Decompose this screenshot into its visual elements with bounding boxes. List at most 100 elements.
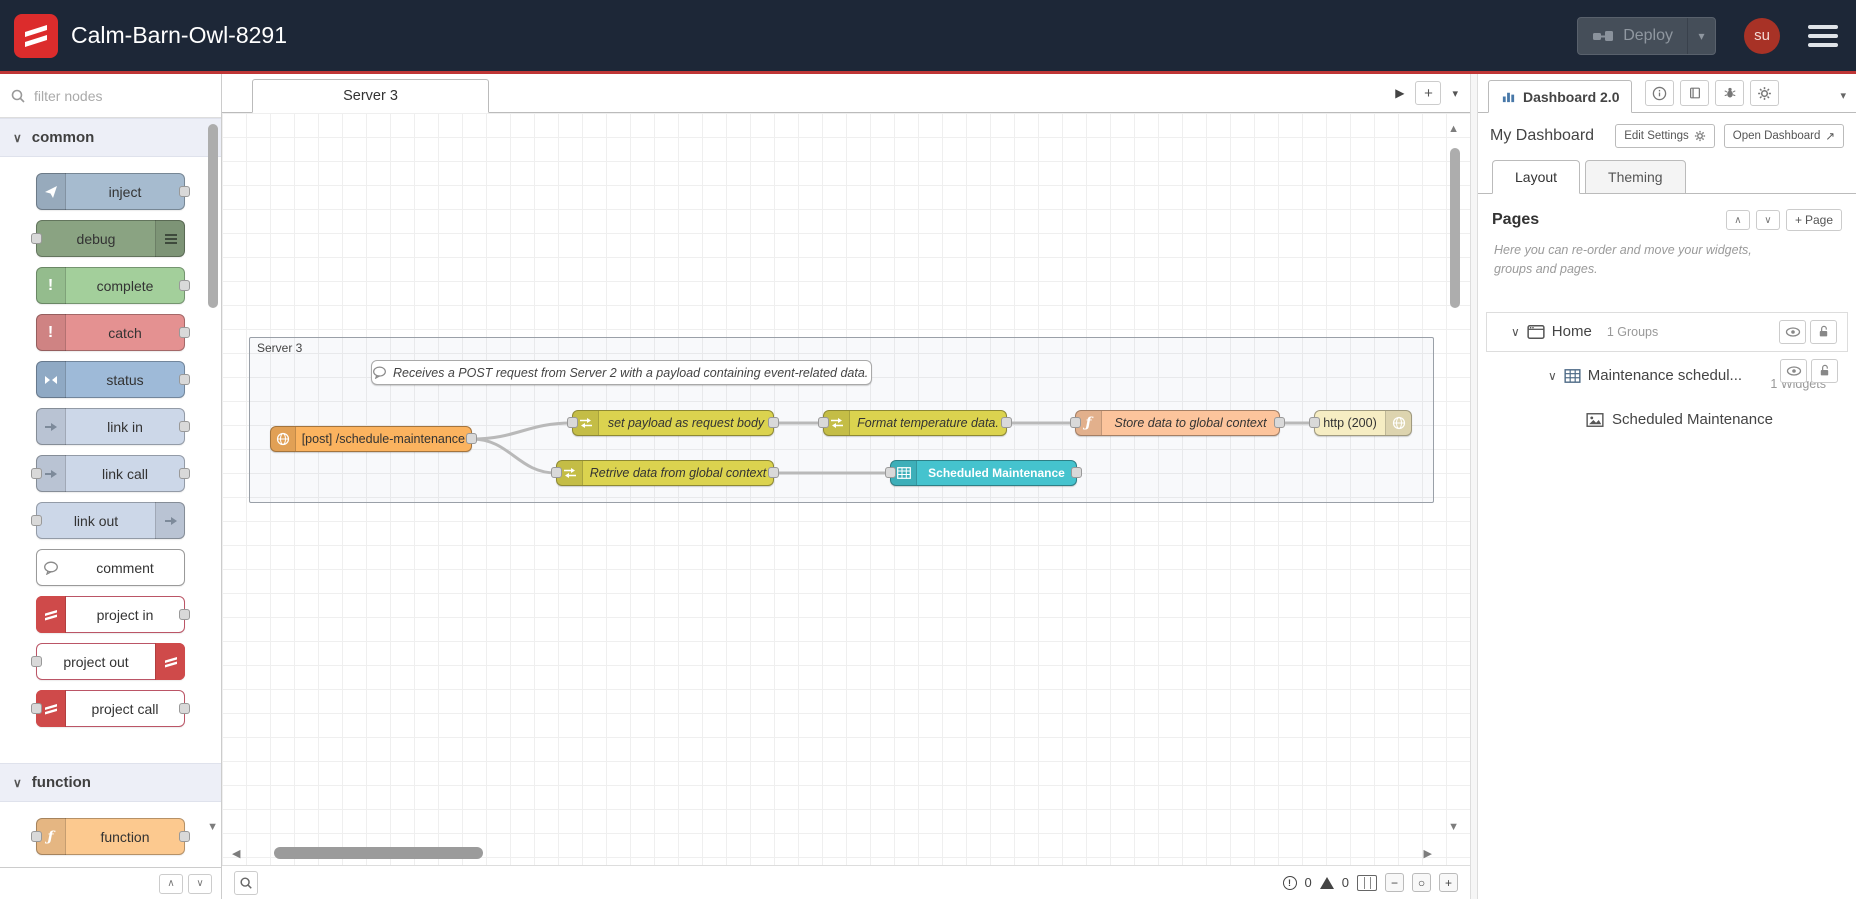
tree-row-maintenance-group[interactable]: ∨ Maintenance schedul... 1 Widgets [1486,352,1848,400]
tab-theming[interactable]: Theming [1585,160,1686,194]
change-node-format-temperature[interactable]: Format temperature data. [818,410,1012,436]
chevron-down-icon[interactable]: ∨ [1548,369,1557,383]
tree-row-scheduled-maintenance-widget[interactable]: Scheduled Maintenance [1486,400,1848,440]
palette-node-project-out[interactable]: project out [31,643,185,680]
http-in-node[interactable]: [post] /schedule-maintenance [270,426,477,452]
wire[interactable] [471,421,573,441]
input-port[interactable] [31,702,42,714]
output-port[interactable] [768,417,779,428]
chevron-down-icon[interactable]: ∨ [1511,325,1520,339]
output-port[interactable] [1071,467,1082,478]
canvas-scroll-down-icon[interactable]: ▼ [1448,821,1459,833]
palette-node-debug[interactable]: debug [31,220,185,257]
tree-row-home[interactable]: ∨ Home 1 Groups [1486,311,1848,352]
zoom-in-button[interactable]: + [1439,873,1458,892]
output-port[interactable] [1001,417,1012,428]
output-port[interactable] [179,702,190,714]
palette-category-function[interactable]: ∨ function [0,763,221,802]
move-page-up-button[interactable]: ∧ [1725,210,1750,230]
canvas-vertical-scrollbar[interactable] [1450,148,1460,308]
palette-node-link-in[interactable]: link in [36,408,190,445]
canvas-scroll-left-icon[interactable]: ◀ [232,847,240,860]
canvas-horizontal-scrollbar[interactable] [274,847,483,859]
palette-scroll-down-icon[interactable]: ▼ [207,821,218,833]
palette-node-comment[interactable]: comment [36,549,185,586]
sidebar-splitter[interactable] [1470,74,1478,899]
output-port[interactable] [1274,417,1285,428]
flow-canvas[interactable]: Server 3 Receives a POST request from Se… [222,113,1470,865]
navigator-toggle-button[interactable] [1357,874,1377,891]
input-port[interactable] [31,232,42,244]
input-port[interactable] [1070,417,1081,428]
input-port[interactable] [551,467,562,478]
change-node-set-payload[interactable]: set payload as request body [567,410,779,436]
main-menu-button[interactable] [1808,24,1838,47]
input-port[interactable] [885,467,896,478]
canvas-scroll-up-icon[interactable]: ▲ [1448,123,1459,135]
run-flow-icon[interactable]: ▶ [1395,86,1404,100]
input-port[interactable] [567,417,578,428]
palette-node-link-call[interactable]: link call [31,455,190,492]
sidebar-tabs-caret[interactable]: ▾ [1840,89,1846,102]
output-port[interactable] [179,326,190,338]
visibility-toggle-button[interactable] [1779,319,1806,344]
input-port[interactable] [31,514,42,526]
output-port[interactable] [768,467,779,478]
http-response-node[interactable]: http (200) [1309,410,1412,436]
lock-toggle-button[interactable] [1810,319,1837,344]
info-tab-button[interactable] [1645,80,1675,106]
palette-node-catch[interactable]: ! catch [36,314,190,351]
input-port[interactable] [818,417,829,428]
canvas-search-button[interactable] [234,870,258,895]
function-node-store-global[interactable]: ƒ Store data to global context [1070,410,1285,436]
flow-tab-server-3[interactable]: Server 3 [252,79,489,113]
deploy-button[interactable]: Deploy ▾ [1577,16,1716,55]
canvas-scroll-right-icon[interactable]: ▶ [1424,847,1432,860]
palette-node-function[interactable]: ƒ function [31,818,190,855]
palette-category-common[interactable]: ∨ common [0,118,221,157]
output-port[interactable] [179,279,190,291]
edit-settings-button[interactable]: Edit Settings [1615,124,1715,148]
input-port[interactable] [31,467,42,479]
change-node-retrieve-global[interactable]: Retrive data from global context [551,460,779,486]
add-page-button[interactable]: + Page [1785,209,1842,231]
deploy-options-caret[interactable]: ▾ [1687,17,1715,54]
move-page-down-button[interactable]: ∨ [1755,210,1780,230]
zoom-reset-button[interactable]: ○ [1412,873,1431,892]
input-port[interactable] [1309,417,1320,428]
output-port[interactable] [179,420,190,432]
input-port[interactable] [31,830,42,842]
ui-table-node[interactable]: Scheduled Maintenance [885,460,1082,486]
flow-list-caret[interactable]: ▾ [1452,87,1458,100]
palette-node-status[interactable]: status [36,361,190,398]
visibility-toggle-button[interactable] [1780,358,1807,383]
palette-node-complete[interactable]: ! complete [36,267,190,304]
palette-node-project-in[interactable]: project in [36,596,190,633]
palette-node-inject[interactable]: inject [36,173,190,210]
output-port[interactable] [179,373,190,385]
output-port[interactable] [179,185,190,197]
output-port[interactable] [179,608,190,620]
palette-node-link-out[interactable]: link out [31,502,185,539]
tab-dashboard-2[interactable]: Dashboard 2.0 [1488,80,1633,113]
open-dashboard-button[interactable]: Open Dashboard ↗ [1723,124,1844,148]
config-tab-button[interactable] [1750,80,1780,106]
wire[interactable] [471,437,557,475]
palette-node-project-call[interactable]: project call [31,690,190,727]
tab-layout[interactable]: Layout [1492,160,1581,194]
zoom-out-button[interactable]: − [1385,873,1404,892]
debug-tab-button[interactable] [1715,80,1745,106]
palette-scrollbar-thumb[interactable] [208,124,218,308]
lock-toggle-button[interactable] [1811,358,1838,383]
output-port[interactable] [179,830,190,842]
output-port[interactable] [466,433,477,444]
user-avatar[interactable]: su [1744,17,1780,54]
output-port[interactable] [179,467,190,479]
palette-expand-all-button[interactable]: ∨ [188,873,212,894]
palette-filter-input[interactable] [34,87,184,104]
input-port[interactable] [31,655,42,667]
comment-node[interactable]: Receives a POST request from Server 2 wi… [371,360,872,385]
add-flow-button[interactable]: + [1415,81,1442,105]
help-tab-button[interactable] [1680,80,1710,106]
palette-collapse-all-button[interactable]: ∧ [159,873,183,894]
